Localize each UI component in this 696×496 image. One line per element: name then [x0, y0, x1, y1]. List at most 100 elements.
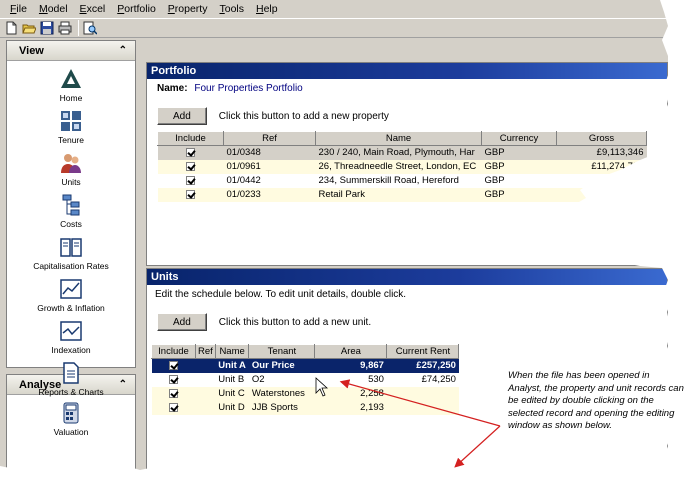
ref-cell: 01/0348	[223, 145, 316, 160]
table-row[interactable]: Unit D JJB Sports 2,193	[151, 400, 459, 415]
include-cell	[151, 358, 196, 373]
chart-icon	[60, 279, 82, 299]
tenure-icon	[61, 111, 81, 131]
portfolio-window: Portfolio Name: Four Properties Portfoli…	[146, 62, 668, 266]
column-header-area[interactable]: Area	[314, 344, 388, 359]
include-checkbox[interactable]	[186, 148, 195, 158]
table-row[interactable]: 01/0442 234, Summerskill Road, Hereford …	[157, 173, 647, 188]
table-row[interactable]: Unit B O2 530 £74,250	[151, 372, 459, 387]
tenant-cell: Our Price	[248, 358, 315, 373]
sidebar-item-capitalisation-rates[interactable]: Capitalisation Rates	[7, 232, 135, 274]
home-icon	[61, 69, 81, 88]
menu-excel[interactable]: Excel	[74, 3, 112, 15]
sidebar-item-home[interactable]: Home	[7, 61, 135, 106]
units-title-bar: Units	[147, 269, 667, 285]
sidebar-item-indexation[interactable]: Indexation	[7, 316, 135, 358]
units-add-row: Add Click this button to add a new unit.	[147, 313, 667, 331]
collapse-chevron-icon[interactable]: ⌃	[119, 45, 127, 56]
units-edit-hint: Edit the schedule below. To edit unit de…	[155, 289, 407, 300]
gross-cell: £9,113,346	[556, 145, 647, 160]
portfolio-name-label: Name:	[157, 83, 188, 94]
include-checkbox[interactable]	[169, 402, 178, 412]
sidebar-item-tenure[interactable]: Tenure	[7, 106, 135, 148]
column-header-gross[interactable]: Gross	[556, 131, 647, 146]
rent-cell	[386, 386, 459, 401]
include-cell	[157, 159, 224, 174]
add-property-button[interactable]: Add	[157, 107, 207, 125]
add-unit-hint: Click this button to add a new unit.	[218, 316, 372, 328]
column-header-include[interactable]: Include	[157, 131, 224, 146]
open-folder-icon[interactable]	[21, 20, 37, 36]
sidebar-item-valuation[interactable]: Valuation	[7, 395, 135, 440]
sidebar-item-units[interactable]: Units	[7, 148, 135, 190]
menu-help[interactable]: Help	[250, 3, 284, 15]
include-checkbox[interactable]	[186, 189, 195, 199]
ref-cell: 01/0233	[223, 187, 316, 202]
ref-cell: 01/0961	[223, 159, 316, 174]
save-icon[interactable]	[39, 20, 55, 36]
divider	[153, 337, 661, 338]
currency-cell: GBP	[481, 145, 557, 160]
menu-portfolio[interactable]: Portfolio	[111, 3, 162, 15]
tenant-cell: O2	[248, 372, 315, 387]
name-cell: Retail Park	[315, 187, 482, 202]
include-cell	[157, 145, 224, 160]
menu-property[interactable]: Property	[162, 3, 214, 15]
menu-file[interactable]: File	[4, 3, 33, 15]
area-cell: 9,867	[314, 358, 387, 373]
portfolio-name-value[interactable]: Four Properties Portfolio	[194, 83, 302, 94]
table-row[interactable]: 01/0348 230 / 240, Main Road, Plymouth, …	[157, 145, 647, 160]
portfolio-title-bar: Portfolio	[147, 63, 667, 79]
portfolio-name-row: Name: Four Properties Portfolio	[147, 79, 667, 94]
rent-cell	[386, 400, 459, 415]
area-cell: 2,258	[314, 386, 387, 401]
column-header-tenant[interactable]: Tenant	[248, 344, 316, 359]
new-file-icon[interactable]	[3, 20, 19, 36]
rent-cell: £257,250	[386, 358, 459, 373]
print-icon[interactable]	[57, 20, 73, 36]
sidebar-item-growth-inflation[interactable]: Growth & Inflation	[7, 274, 135, 316]
menu-bar: File Model Excel Portfolio Property Tool…	[0, 0, 668, 18]
area-cell: 2,193	[314, 400, 387, 415]
currency-cell: GBP	[481, 159, 557, 174]
table-row[interactable]: 01/0233 Retail Park GBP	[157, 187, 647, 202]
column-header-ref[interactable]: Ref	[223, 131, 316, 146]
table-row[interactable]: Unit C Waterstones 2,258	[151, 386, 459, 401]
analyse-panel-title: Analyse	[19, 378, 62, 391]
column-header-name[interactable]: Name	[315, 131, 482, 146]
ref-cell	[195, 372, 216, 387]
column-header-include[interactable]: Include	[151, 344, 196, 359]
report-icon	[63, 362, 79, 384]
name-cell: Unit B	[215, 372, 249, 387]
ref-cell	[195, 358, 216, 373]
preview-icon[interactable]	[82, 20, 98, 36]
column-header-name[interactable]: Name	[214, 344, 250, 359]
view-panel-header[interactable]: View ⌃	[7, 41, 135, 61]
portfolio-add-row: Add Click this button to add a new prope…	[147, 107, 667, 125]
gross-cell	[556, 187, 647, 202]
menu-tools[interactable]: Tools	[213, 3, 250, 15]
include-cell	[151, 372, 196, 387]
column-header-ref[interactable]: Ref	[195, 344, 216, 359]
table-row[interactable]: 01/0961 26, Threadneedle Street, London,…	[157, 159, 647, 174]
table-row[interactable]: Unit A Our Price 9,867 £257,250	[151, 358, 459, 373]
column-header-currency[interactable]: Currency	[481, 131, 557, 146]
menu-model[interactable]: Model	[33, 3, 74, 15]
valuation-icon	[63, 402, 79, 424]
column-header-current-rent[interactable]: Current Rent	[386, 344, 460, 359]
include-cell	[151, 400, 196, 415]
include-checkbox[interactable]	[186, 175, 195, 185]
include-checkbox[interactable]	[169, 374, 178, 384]
include-checkbox[interactable]	[169, 388, 178, 398]
include-checkbox[interactable]	[186, 161, 195, 171]
sidebar-item-costs[interactable]: Costs	[7, 190, 135, 232]
collapse-chevron-icon[interactable]: ⌃	[119, 379, 127, 390]
name-cell: Unit A	[215, 358, 249, 373]
include-checkbox[interactable]	[169, 361, 178, 371]
units-icon	[61, 154, 81, 173]
unit-table: Include Ref Name Tenant Area Current Ren…	[151, 344, 460, 415]
divider	[153, 100, 661, 101]
rent-cell: £74,250	[386, 372, 459, 387]
costs-icon	[62, 194, 80, 216]
add-unit-button[interactable]: Add	[157, 313, 207, 331]
